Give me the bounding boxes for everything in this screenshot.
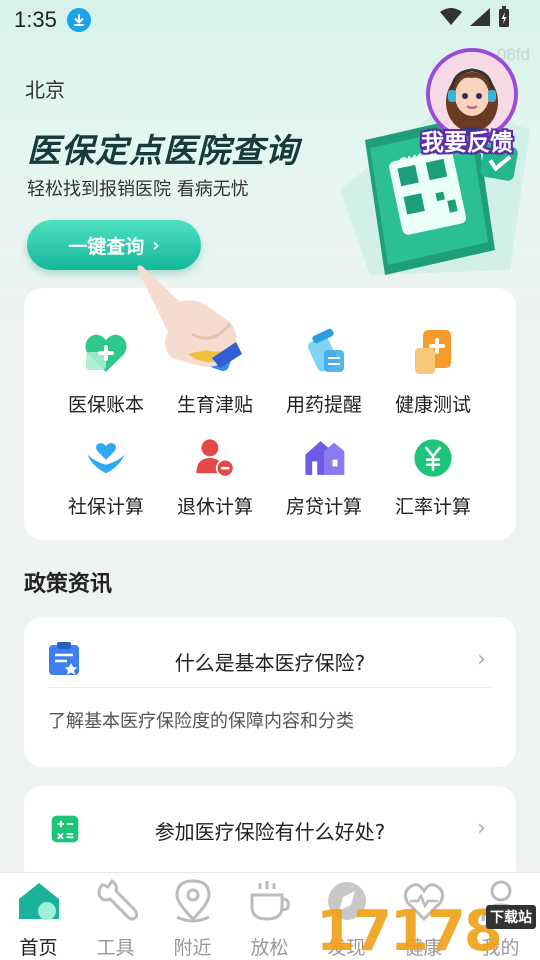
download-icon: [66, 8, 91, 32]
nav-item-home[interactable]: 首页: [0, 879, 77, 960]
chevron-right-icon: ›: [477, 816, 486, 841]
news-description: 了解基本医疗保险度的保障内容和分类: [48, 711, 354, 732]
grid-item-label: 退休计算: [176, 496, 253, 518]
nav-item-nearby[interactable]: 附近: [154, 879, 231, 960]
grid-item-label: 汇率计算: [394, 496, 471, 518]
signal-icon: [470, 8, 490, 26]
nav-label: 首页: [19, 937, 58, 959]
grid-item-label: 生育津贴: [176, 394, 253, 416]
chevron-right-icon: ›: [477, 647, 486, 672]
city-selector[interactable]: 北京: [25, 74, 65, 103]
pill-bottle-icon: [307, 328, 344, 372]
battery-icon: [499, 6, 509, 27]
nav-label: 附近: [173, 937, 212, 959]
grid-item-label: 房贷计算: [285, 496, 362, 518]
site-watermark: 17178 下载站: [312, 895, 540, 960]
grid-item-label: 健康测试: [394, 394, 471, 416]
hero-title: 医保定点医院查询: [27, 131, 299, 170]
feedback-label[interactable]: 我要反馈: [421, 123, 513, 157]
nav-item-relax[interactable]: 放松: [231, 879, 308, 960]
status-time: 1:35: [14, 7, 57, 32]
nav-item-tools[interactable]: 工具: [77, 878, 154, 960]
grid-item-label: 医保账本: [67, 394, 144, 416]
divider: [48, 687, 492, 688]
grid-item-social-security-calc[interactable]: 社保计算: [51, 436, 161, 519]
coffee-cup-icon: [250, 881, 290, 921]
hero-subtitle: 轻松找到报销医院 看病无忧: [27, 179, 249, 200]
tools-grid: 医保账本 生育津贴 用药提醒 健康测试 社保计算 退休计算 房贷计算 汇率计算: [24, 288, 516, 540]
grid-item-health-test[interactable]: 健康测试: [378, 326, 488, 417]
pointer-hand-icon: [137, 265, 242, 368]
person-minus-icon: [196, 439, 235, 478]
nav-label: 放松: [250, 937, 289, 959]
yen-exchange-icon: [414, 439, 452, 477]
watermark-tag: 下载站: [486, 905, 536, 929]
home-icon: [18, 883, 59, 920]
heart-plus-icon: [85, 334, 127, 372]
grid-item-medication-reminder[interactable]: 用药提醒: [269, 326, 379, 417]
grid-item-exchange-rate-calc[interactable]: 汇率计算: [378, 436, 488, 519]
news-card-header[interactable]: 参加医疗保险有什么好处? ›: [24, 786, 516, 856]
news-card[interactable]: 什么是基本医疗保险? › 了解基本医疗保险度的保障内容和分类: [24, 617, 516, 767]
nav-label: 工具: [96, 937, 135, 959]
medical-kit-icon: [415, 330, 451, 374]
news-title: 什么是基本医疗保险?: [174, 651, 366, 675]
news-title: 参加医疗保险有什么好处?: [154, 820, 386, 844]
status-bar: 1:35: [0, 0, 540, 40]
watermark-number: 17178: [316, 899, 503, 960]
status-icons: [440, 6, 510, 28]
news-card[interactable]: 参加医疗保险有什么好处? ›: [24, 786, 516, 886]
wrench-icon: [97, 878, 138, 921]
grid-item-mortgage-calc[interactable]: 房贷计算: [269, 436, 379, 519]
grid-item-label: 用药提醒: [285, 394, 362, 416]
query-button-label: 一键查询: [68, 235, 145, 258]
wifi-icon: [440, 8, 462, 25]
location-pin-icon: [174, 879, 211, 923]
grid-item-label: 社保计算: [67, 496, 144, 518]
house-icon: [305, 441, 345, 475]
news-card-header[interactable]: 什么是基本医疗保险? ›: [24, 617, 516, 688]
section-title-policy-news: 政策资讯: [24, 572, 113, 597]
chevron-right-icon: ›: [152, 234, 160, 256]
grid-item-retirement-calc[interactable]: 退休计算: [160, 436, 270, 519]
hands-heart-icon: [87, 443, 125, 474]
